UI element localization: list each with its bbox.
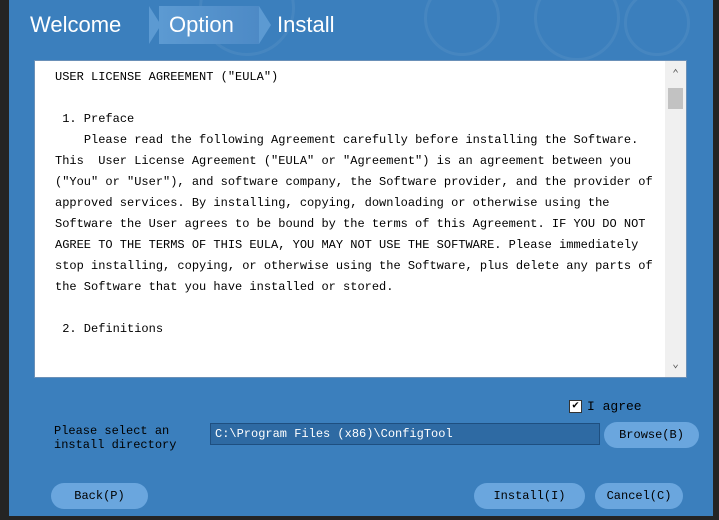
chevron-up-icon[interactable]: ⌃ [665,65,686,85]
eula-textbox[interactable]: USER LICENSE AGREEMENT ("EULA") 1. Prefa… [34,60,687,378]
agree-checkbox[interactable]: ✔ [569,399,582,413]
browse-button[interactable]: Browse(B) [604,422,699,448]
install-button[interactable]: Install(I) [474,483,585,509]
installer-window: Welcome Option Install USER LICENSE AGRE… [9,0,713,516]
cancel-button[interactable]: Cancel(C) [595,483,683,509]
window-edge-left [0,0,9,520]
window-edge-right [713,0,719,520]
install-directory-label: Please select an install directory [54,424,204,452]
chevron-right-icon [259,6,271,44]
back-button[interactable]: Back(P) [51,483,148,509]
agree-control[interactable]: ✔ I agree [569,398,642,414]
install-directory-label-text: Please select an install directory [54,424,177,452]
agree-label: I agree [587,398,642,414]
scrollbar-thumb[interactable] [668,88,683,109]
footer-bar: Back(P) Install(I) Cancel(C) [9,464,713,516]
window-edge-bottom [0,516,719,520]
step-welcome: Welcome [30,12,122,37]
install-directory-input[interactable] [210,423,600,445]
chevron-down-icon[interactable]: ⌄ [665,355,686,375]
step-header: Welcome Option Install [9,0,713,54]
step-install: Install [277,12,335,37]
step-option: Option [169,12,234,37]
eula-scrollbar[interactable]: ⌃ ⌄ [665,61,686,377]
eula-text: USER LICENSE AGREEMENT ("EULA") 1. Prefa… [55,70,653,336]
